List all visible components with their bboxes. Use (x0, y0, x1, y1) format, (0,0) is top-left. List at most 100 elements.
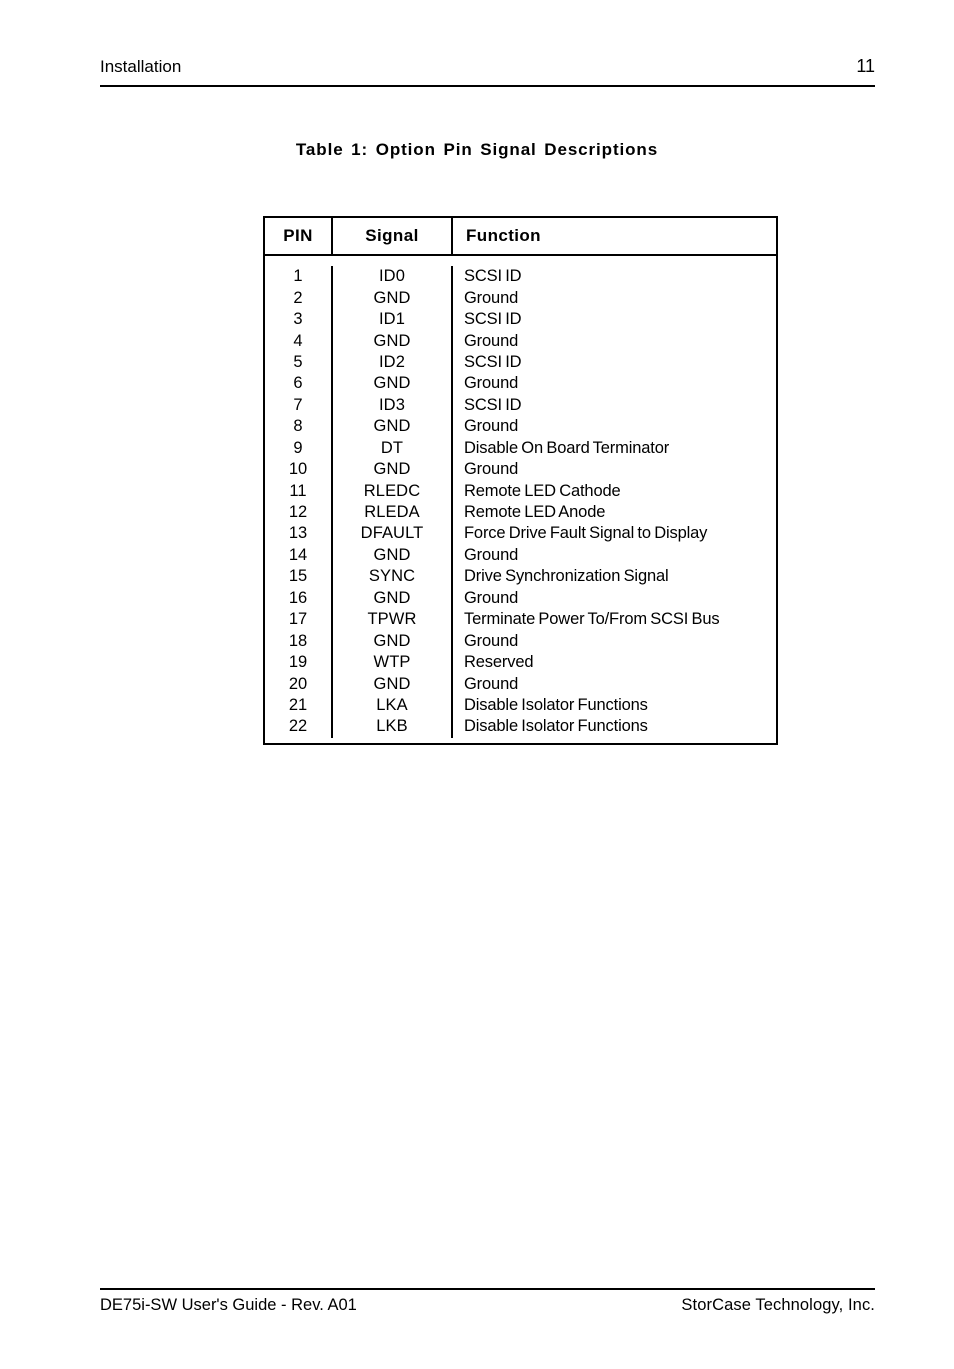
cell-function: Disable Isolator Functions (464, 695, 648, 714)
header-section-title: Installation (100, 57, 182, 76)
cell-signal: GND (333, 287, 453, 309)
cell-signal: LKA (333, 694, 453, 717)
table-row: 19 WTP Reserved (265, 651, 776, 674)
table-row: 10 GND Ground (265, 458, 776, 481)
cell-signal: GND (333, 630, 453, 652)
cell-pin: 13 (265, 523, 333, 545)
cell-function: SCSI ID (464, 352, 522, 371)
header-page-number: 11 (856, 56, 875, 76)
cell-pin: 15 (265, 566, 333, 588)
cell-pin: 3 (265, 308, 333, 331)
cell-pin: 12 (265, 501, 333, 524)
table-row: 8 GND Ground (265, 416, 776, 438)
cell-pin: 9 (265, 437, 333, 459)
cell-pin: 10 (265, 458, 333, 481)
cell-signal: GND (333, 373, 453, 395)
table-row: 21 LKA Disable Isolator Functions (265, 694, 776, 717)
cell-signal: GND (333, 416, 453, 438)
table-row: 15 SYNC Drive Synchronization Signal (265, 566, 776, 588)
cell-function: Ground (464, 288, 519, 307)
table-row: 16 GND Ground (265, 587, 776, 609)
cell-signal: ID1 (333, 308, 453, 331)
cell-pin: 7 (265, 394, 333, 417)
cell-signal: WTP (333, 651, 453, 674)
cell-function: SCSI ID (464, 310, 522, 329)
cell-pin: 22 (265, 716, 333, 738)
cell-function: Ground (464, 631, 519, 650)
cell-pin: 16 (265, 587, 333, 609)
table-row: 18 GND Ground (265, 630, 776, 652)
table-row: 2 GND Ground (265, 287, 776, 309)
cell-function: Disable On Board Terminator (464, 438, 670, 457)
cell-signal: GND (333, 458, 453, 481)
document-page: Installation 11 Table 1: Option Pin Sign… (0, 0, 954, 1369)
cell-function: Drive Synchronization Signal (464, 567, 669, 586)
cell-signal: GND (333, 587, 453, 609)
table-row: 22 LKB Disable Isolator Functions (265, 716, 776, 738)
table-row: 5 ID2 SCSI ID (265, 351, 776, 374)
cell-signal: LKB (333, 716, 453, 738)
cell-signal: ID3 (333, 394, 453, 417)
cell-function: Ground (464, 460, 519, 479)
cell-signal: DT (333, 437, 453, 459)
running-footer: DE75i-SW User's Guide - Rev. A01 StorCas… (100, 1295, 875, 1316)
cell-signal: ID2 (333, 351, 453, 374)
cell-function: Reserved (464, 653, 534, 672)
table-row: 13 DFAULT Force Drive Fault Signal to Disp… (265, 523, 776, 545)
cell-signal: SYNC (333, 566, 453, 588)
cell-signal: GND (333, 544, 453, 567)
table-row: 9 DT Disable On Board Terminator (265, 437, 776, 459)
column-header-signal: Signal (333, 218, 453, 254)
header-divider-rule (100, 85, 875, 87)
table-row: 12 RLEDA Remote LED Anode (265, 501, 776, 524)
cell-function: SCSI ID (464, 395, 522, 414)
table-row: 17 TPWR Terminate Power To/From SCSI Bus (265, 609, 776, 631)
cell-function: Disable Isolator Functions (464, 717, 648, 736)
cell-signal: ID0 (333, 266, 453, 288)
footer-divider-rule (100, 1288, 875, 1290)
table-row: 4 GND Ground (265, 330, 776, 352)
cell-pin: 2 (265, 287, 333, 309)
cell-signal: TPWR (333, 609, 453, 631)
cell-pin: 19 (265, 651, 333, 674)
table-header-row: PIN Signal Function (265, 218, 776, 256)
cell-signal: RLEDC (333, 480, 453, 502)
table-row: 3 ID1 SCSI ID (265, 308, 776, 331)
cell-function: Ground (464, 331, 519, 350)
cell-pin: 21 (265, 694, 333, 717)
option-pin-signal-table: PIN Signal Function 1 ID0 SCSI ID 2 GND Groun… (263, 216, 778, 745)
table-row: 20 GND Ground (265, 673, 776, 695)
table-body: 1 ID0 SCSI ID 2 GND Ground 3 ID1 SCSI ID 4 GND Grou… (265, 256, 776, 743)
table-row: 7 ID3 SCSI ID (265, 394, 776, 417)
cell-signal: GND (333, 673, 453, 695)
cell-function: Remote LED Cathode (464, 481, 621, 500)
cell-signal: GND (333, 330, 453, 352)
column-header-function: Function (466, 226, 541, 245)
cell-pin: 5 (265, 351, 333, 374)
cell-function: Ground (464, 374, 519, 393)
footer-document-title: DE75i-SW User's Guide - Rev. A01 (100, 1296, 357, 1314)
cell-pin: 8 (265, 416, 333, 438)
cell-function: Remote LED Anode (464, 503, 606, 522)
cell-signal: DFAULT (333, 523, 453, 545)
cell-function: SCSI ID (464, 267, 522, 286)
cell-function: Terminate Power To/From SCSI Bus (464, 610, 720, 629)
table-row: 11 RLEDC Remote LED Cathode (265, 480, 776, 502)
table-row: 1 ID0 SCSI ID (265, 266, 776, 288)
cell-function: Ground (464, 674, 519, 693)
cell-pin: 6 (265, 373, 333, 395)
cell-pin: 14 (265, 544, 333, 567)
table-caption: Table 1: Option Pin Signal Descriptions (295, 140, 659, 159)
cell-pin: 11 (265, 480, 333, 502)
column-header-pin: PIN (265, 218, 333, 254)
cell-function: Ground (464, 417, 519, 436)
cell-signal: RLEDA (333, 501, 453, 524)
cell-function: Ground (464, 545, 519, 564)
table-row: 14 GND Ground (265, 544, 776, 567)
footer-company-name: StorCase Technology, Inc. (681, 1296, 875, 1314)
cell-pin: 4 (265, 330, 333, 352)
table-row: 6 GND Ground (265, 373, 776, 395)
cell-pin: 1 (265, 266, 333, 288)
cell-function: Force Drive Fault Signal to Display (464, 524, 708, 543)
cell-pin: 17 (265, 609, 333, 631)
